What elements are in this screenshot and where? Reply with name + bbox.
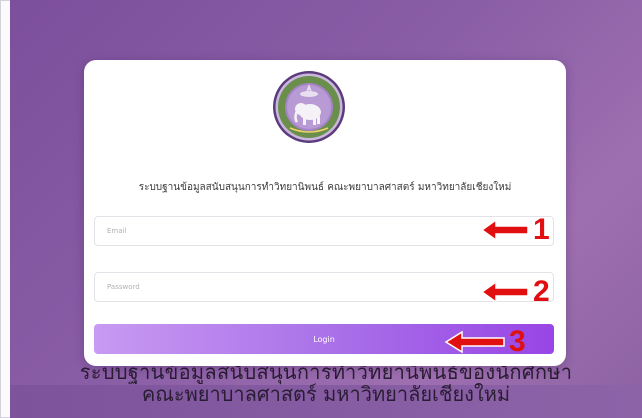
annotation-number-1: 1 [533, 213, 550, 246]
login-card: ระบบฐานข้อมูลสนับสนุนการทำวิทยานิพนธ์ คณ… [84, 60, 566, 366]
red-left-arrow-icon [480, 218, 529, 242]
university-seal-icon [273, 71, 345, 143]
system-subtitle: ระบบฐานข้อมูลสนับสนุนการทำวิทยานิพนธ์ คณ… [138, 182, 512, 193]
red-left-arrow-icon [444, 330, 505, 354]
red-left-arrow-icon [480, 280, 529, 304]
annotation-arrow-2: 2 [480, 275, 550, 308]
annotation-number-3: 3 [509, 325, 526, 358]
annotation-number-2: 2 [533, 275, 550, 308]
background-title-line2: คณะพยาบาลศาสตร์ มหาวิทยาลัยเชียงใหม่ [141, 382, 511, 406]
annotation-arrow-1: 1 [480, 213, 550, 246]
annotation-arrow-3: 3 [444, 325, 526, 358]
